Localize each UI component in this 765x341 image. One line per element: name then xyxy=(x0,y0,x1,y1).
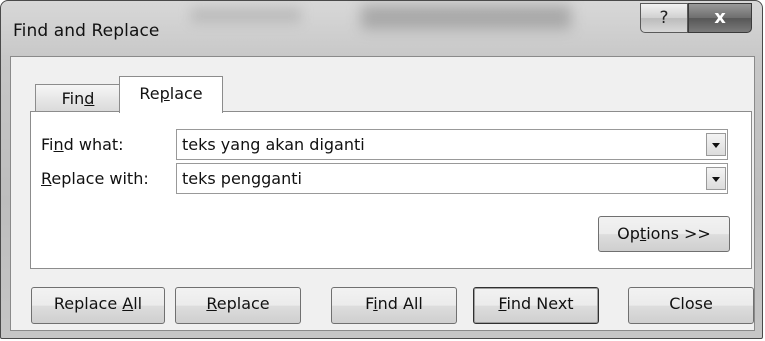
replace-label-end: eplace xyxy=(216,294,270,313)
find-all-button[interactable]: Find All xyxy=(331,287,457,324)
find-what-input[interactable]: teks yang akan diganti xyxy=(182,130,365,159)
tab-replace-mnemonic: p xyxy=(159,84,170,103)
tab-find[interactable]: Find xyxy=(35,84,121,112)
find-next-button[interactable]: Find Next xyxy=(473,287,599,324)
title-bar-background-blur xyxy=(361,5,571,29)
replace-with-label-end: eplace with: xyxy=(51,169,149,188)
tab-replace-label: Re xyxy=(139,84,160,103)
find-what-combobox[interactable]: teks yang akan diganti xyxy=(176,129,728,160)
close-icon: x xyxy=(714,7,726,28)
find-all-label-end: nd All xyxy=(377,294,423,313)
options-button[interactable]: Options >> xyxy=(598,216,730,252)
tab-find-label: Fin xyxy=(61,89,85,108)
find-all-label-start: F xyxy=(365,294,374,313)
options-label-start: Op xyxy=(617,224,640,243)
replace-with-input[interactable]: teks pengganti xyxy=(182,164,302,193)
dialog-client-area: Find Replace Find what: teks yang akan d… xyxy=(10,56,755,331)
help-icon: ? xyxy=(659,8,669,28)
find-what-label-mnemonic: n xyxy=(53,135,64,154)
replace-with-label-mnemonic: R xyxy=(41,169,52,188)
window-title: Find and Replace xyxy=(13,21,160,41)
close-button[interactable]: Close xyxy=(628,287,754,324)
window-close-button[interactable]: x xyxy=(688,3,752,33)
find-what-label: Find what: xyxy=(41,135,124,154)
replace-button[interactable]: Replace xyxy=(175,287,301,324)
chevron-down-icon[interactable] xyxy=(706,167,726,190)
replace-all-label-start: Replace xyxy=(53,294,123,313)
find-next-label-end: ind Next xyxy=(506,294,574,313)
title-bar-background xyxy=(191,7,301,23)
find-what-label-end: d what: xyxy=(63,135,124,154)
tab-find-mnemonic: d xyxy=(84,89,95,108)
replace-with-label: Replace with: xyxy=(41,169,149,188)
find-replace-dialog: Find and Replace ? x Find Replace Find w… xyxy=(0,0,763,339)
replace-with-combobox[interactable]: teks pengganti xyxy=(176,163,728,194)
replace-all-label-mnemonic: A xyxy=(122,294,134,313)
replace-all-label-end: ll xyxy=(133,294,143,313)
replace-all-button[interactable]: Replace All xyxy=(31,287,165,324)
chevron-down-icon[interactable] xyxy=(706,133,726,156)
close-button-label: Close xyxy=(669,294,713,313)
tab-replace-label-end: lace xyxy=(169,84,203,103)
options-label-end: ions >> xyxy=(646,224,711,243)
replace-label-mnemonic: R xyxy=(206,294,217,313)
tab-replace[interactable]: Replace xyxy=(119,76,223,113)
find-what-label-start: Fi xyxy=(41,135,54,154)
help-button[interactable]: ? xyxy=(640,3,688,33)
